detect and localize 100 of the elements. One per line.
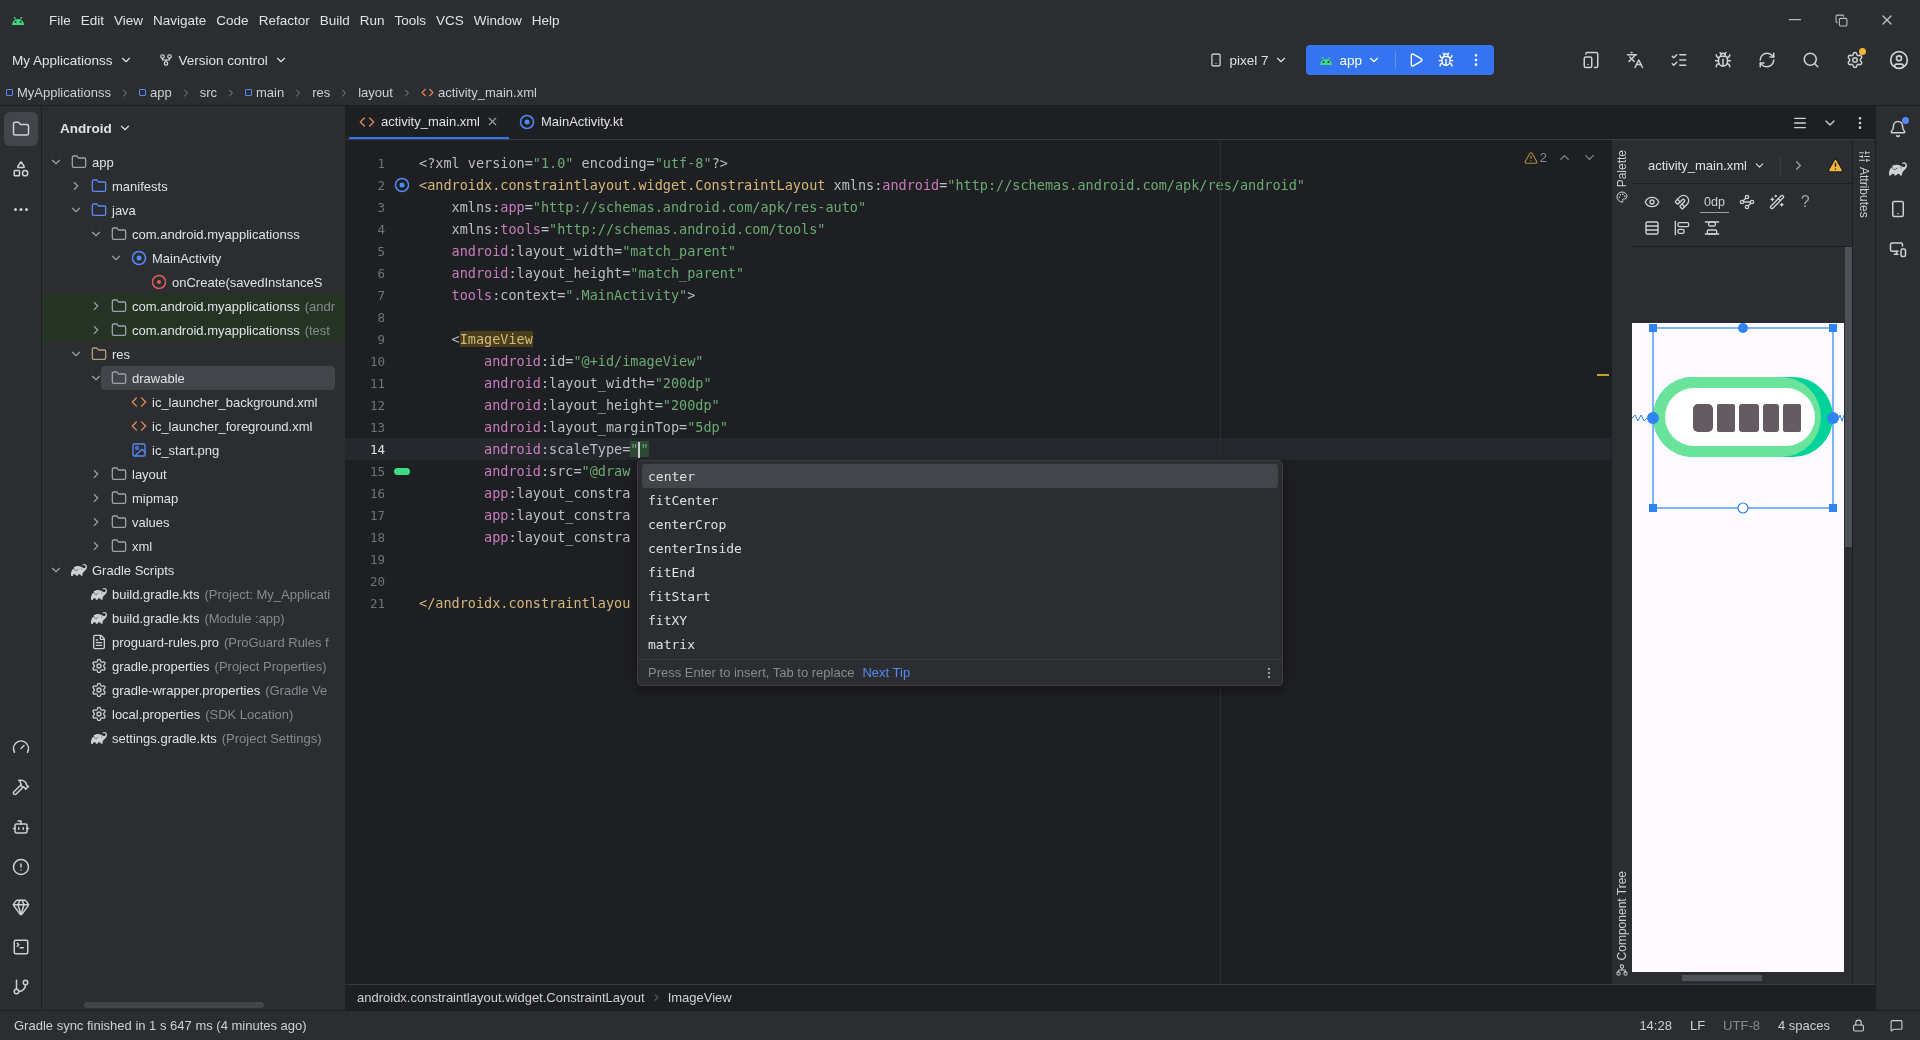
tree-item[interactable]: manifests [89, 174, 345, 198]
completion-item[interactable]: fitEnd [642, 560, 1278, 584]
selection-frame-drawing[interactable] [1632, 322, 1844, 514]
tree-item[interactable]: com.android.myapplicationss [109, 222, 345, 246]
menu-item[interactable]: File [44, 9, 76, 31]
breadcrumb[interactable]: src [199, 85, 217, 100]
tree-item[interactable]: build.gradle.kts (Project: My_Applicati [89, 582, 345, 606]
line-number: 6 [376, 265, 385, 281]
bell-icon [1889, 120, 1907, 138]
completion-item[interactable]: fitXY [642, 608, 1278, 632]
tree-item[interactable]: ic_start.png [129, 438, 345, 462]
class-icon [131, 250, 147, 266]
tree-item[interactable]: gradle.properties (Project Properties) [89, 654, 345, 678]
completion-item[interactable]: centerInside [642, 536, 1278, 560]
tree-item[interactable]: values [109, 510, 345, 534]
tree-item[interactable]: drawable [101, 366, 335, 390]
tree-item[interactable]: mipmap [109, 486, 345, 510]
folder-icon [11, 120, 30, 138]
package-icon [111, 226, 127, 242]
tree-item-hint: (Project: My_Applicati [204, 586, 331, 602]
line-number: 8 [376, 309, 385, 325]
checklist-icon [1670, 51, 1688, 69]
palette-tab[interactable]: Palette [1615, 150, 1629, 188]
align-left-icon [1674, 220, 1690, 236]
devices-icon [1889, 240, 1907, 258]
layout-file-dropdown[interactable]: activity_main.xml [1644, 156, 1770, 175]
user-icon [1889, 50, 1909, 70]
devices-icon [1582, 51, 1600, 69]
tree-item[interactable]: ic_launcher_foreground.xml [129, 414, 345, 438]
menu-item[interactable]: VCS [431, 9, 469, 31]
tree-item[interactable]: build.gradle.kts (Module :app) [89, 606, 345, 630]
completion-item[interactable]: fitCenter [642, 488, 1278, 512]
code-line: <ImageView [450, 331, 533, 347]
breadcrumb[interactable]: app [138, 85, 172, 100]
tree-item[interactable]: layout [109, 462, 345, 486]
menu-item[interactable]: Refactor [253, 9, 315, 31]
line-separator[interactable]: LF [1689, 1018, 1706, 1033]
gauge-icon [11, 738, 30, 756]
warning-stripe [1597, 374, 1609, 376]
square-icon [6, 89, 13, 96]
next-tip-link[interactable]: Next Tip [862, 665, 911, 680]
code-line: xmlns:tools="http://schemas.android.com/tools" [450, 221, 826, 237]
package-icon [111, 538, 127, 554]
magnet-icon [1674, 194, 1690, 210]
breadcrumb[interactable]: androidx.constraintlayout.widget.ConstraintLayout [357, 990, 645, 1005]
cursor-position[interactable]: 14:28 [1639, 1018, 1672, 1033]
tree-item[interactable]: proguard-rules.pro (ProGuard Rules f [89, 630, 345, 654]
completion-item[interactable]: fitStart [642, 584, 1278, 608]
tree-item[interactable]: app [69, 150, 345, 174]
tree-item[interactable]: settings.gradle.kts (Project Settings) [89, 726, 345, 750]
tree-item[interactable]: xml [109, 534, 345, 558]
version-control-dropdown[interactable]: Version control [150, 48, 296, 72]
project-dropdown[interactable]: My Applicationss [4, 48, 141, 72]
run-configuration-dropdown[interactable]: app [1310, 47, 1389, 73]
line-number: 10 [368, 353, 385, 369]
image-preview-icon[interactable] [394, 467, 410, 475]
help-button[interactable]: ? [1794, 193, 1816, 211]
editor-tab[interactable]: MainActivity.kt [508, 106, 634, 139]
indent-setting[interactable]: 4 spaces [1777, 1018, 1830, 1033]
breadcrumb[interactable]: main [245, 85, 285, 100]
breadcrumb[interactable]: ImageView [667, 990, 732, 1005]
breadcrumb[interactable]: layout [358, 85, 393, 100]
tree-item-hint: (andr [304, 298, 335, 314]
project-button[interactable] [3, 112, 38, 146]
breadcrumb[interactable]: res [312, 85, 331, 100]
tree-item[interactable]: Gradle Scripts [69, 558, 345, 582]
breadcrumb[interactable]: activity_main.xml [420, 85, 537, 100]
menu-item[interactable]: Build [314, 9, 355, 31]
file-encoding[interactable]: UTF-8 [1723, 1018, 1760, 1033]
menu-item[interactable]: Help [526, 9, 565, 31]
menu-item[interactable]: Code [211, 9, 254, 31]
tree-item[interactable]: java [89, 198, 345, 222]
completion-item[interactable]: matrix [642, 632, 1278, 656]
menu-item[interactable]: View [109, 9, 149, 31]
menu-item[interactable]: Run [354, 9, 390, 31]
tree-item[interactable]: gradle-wrapper.properties (Gradle Ve [89, 678, 345, 702]
tree-item[interactable]: onCreate(savedInstanceS [149, 270, 345, 294]
sliders-icon [1857, 150, 1871, 163]
tree-item[interactable]: res [89, 342, 345, 366]
menu-item[interactable]: Edit [75, 9, 110, 31]
default-margin-button[interactable]: 0dp [1700, 191, 1729, 213]
text-file-icon [91, 634, 107, 650]
lock-icon [1851, 1019, 1865, 1032]
restore-icon [1834, 13, 1848, 27]
tree-item[interactable]: MainActivity [129, 246, 345, 270]
device-dropdown[interactable]: pixel 7 [1201, 48, 1297, 72]
tree-item[interactable]: ic_launcher_background.xml [129, 390, 345, 414]
menu-item[interactable]: Tools [389, 9, 431, 31]
completion-item[interactable]: centerCrop [642, 512, 1278, 536]
project-view-dropdown[interactable]: Android [54, 116, 138, 140]
menu-item[interactable]: Navigate [148, 9, 212, 31]
completion-item[interactable]: center [642, 464, 1278, 488]
component-tree-tab[interactable]: Component Tree [1615, 870, 1629, 960]
attributes-tab[interactable]: Attributes [1857, 167, 1871, 218]
tree-item-hint: (Project Settings) [221, 730, 322, 746]
tree-item[interactable]: local.properties (SDK Location) [89, 702, 345, 726]
breadcrumb[interactable]: MyApplicationss [6, 85, 111, 100]
menu-item[interactable]: Window [468, 9, 527, 31]
line-number: 19 [368, 551, 385, 567]
square-icon [245, 89, 252, 96]
